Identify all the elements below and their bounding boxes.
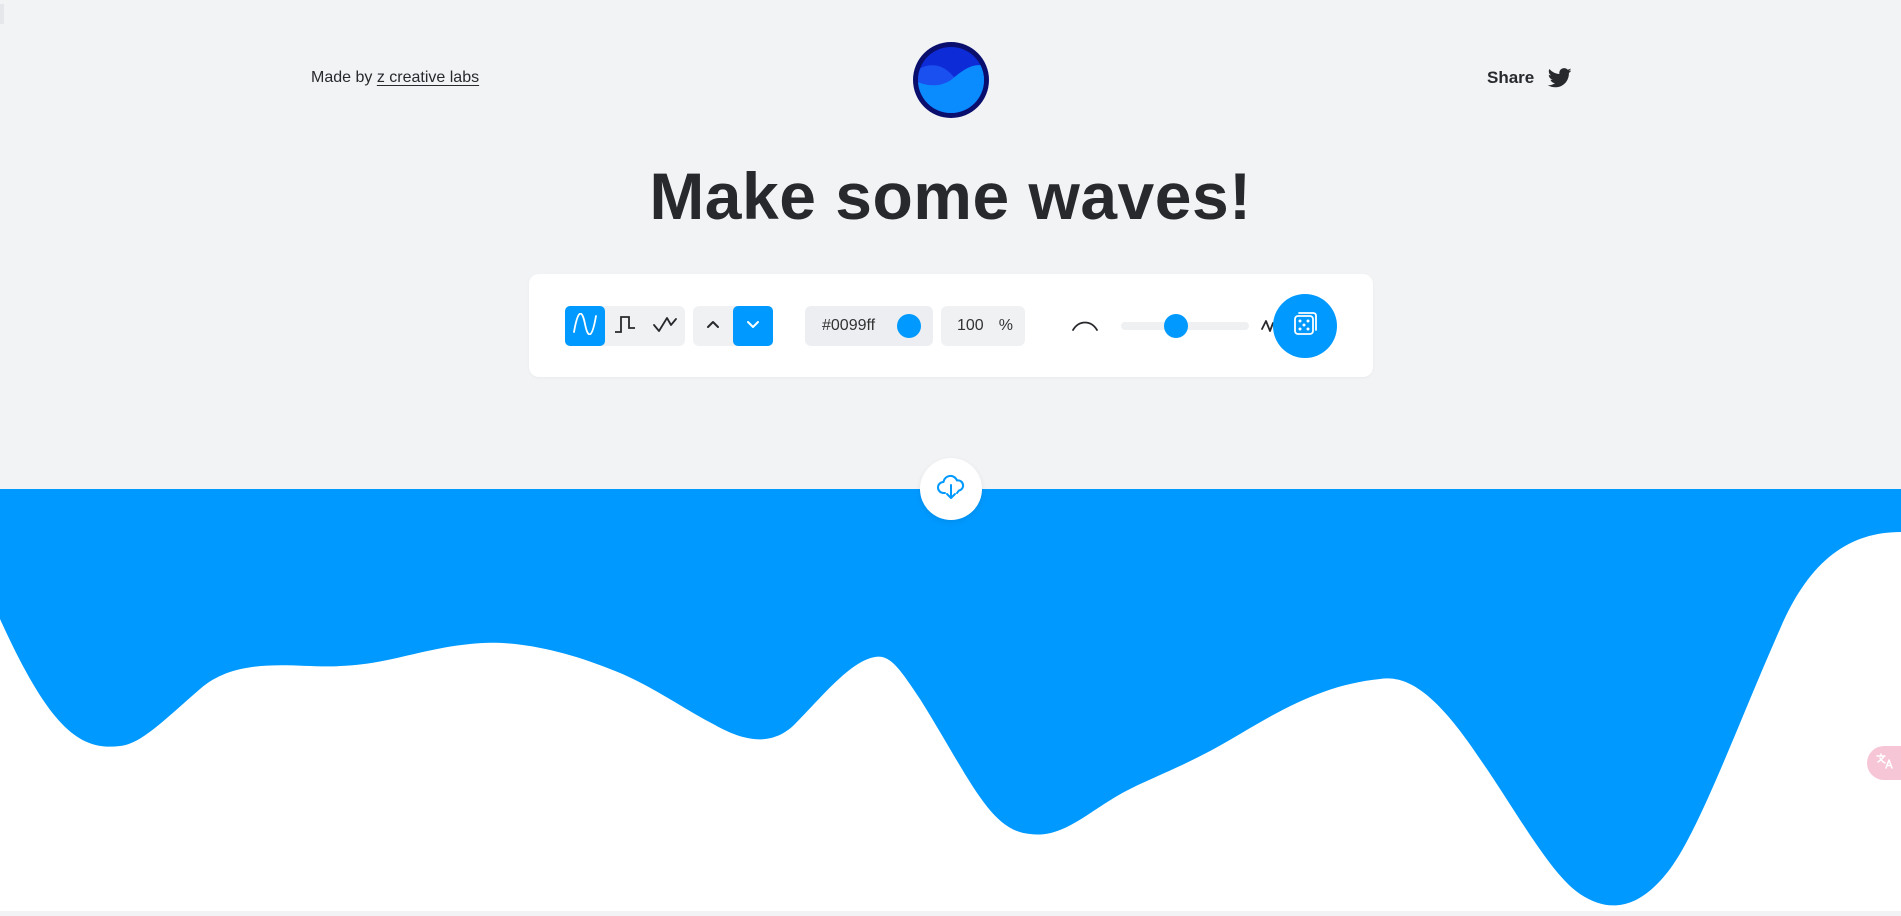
header: Made by z creative labs Share (0, 0, 1901, 160)
twitter-icon (1548, 68, 1572, 88)
logo[interactable] (913, 42, 989, 118)
randomize-button[interactable] (1273, 294, 1337, 358)
translate-icon (1875, 752, 1895, 775)
direction-down-button[interactable] (733, 306, 773, 346)
square-wave-icon (612, 313, 638, 340)
wave-type-triangle-button[interactable] (645, 306, 685, 346)
cloud-download-icon (936, 473, 966, 506)
opacity-input[interactable]: 100 % (941, 306, 1025, 346)
gentle-curve-icon (1071, 316, 1099, 341)
sine-wave-icon (572, 312, 598, 340)
wave-toolbar: #0099ff 100 % (529, 274, 1373, 377)
wave-type-sine-button[interactable] (565, 306, 605, 346)
made-by-prefix: Made by (311, 69, 373, 86)
opacity-value[interactable]: 100 (957, 317, 984, 335)
complexity-slider[interactable] (1057, 306, 1285, 346)
triangle-wave-icon (652, 313, 678, 340)
direction-group (693, 306, 773, 346)
chevron-down-icon (745, 316, 761, 337)
made-by-credit: Made by z creative labs (311, 69, 479, 87)
direction-up-button[interactable] (693, 306, 733, 346)
share-label: Share (1487, 68, 1535, 87)
download-button[interactable] (920, 458, 982, 520)
color-swatch[interactable] (897, 314, 921, 338)
wave-type-square-button[interactable] (605, 306, 645, 346)
dice-icon (1290, 309, 1320, 344)
opacity-unit: % (998, 317, 1013, 334)
chevron-up-icon (705, 316, 721, 337)
translate-tab[interactable] (1867, 746, 1901, 780)
share-button[interactable]: Share (1487, 68, 1572, 88)
wave-type-group (565, 306, 685, 346)
color-hex-value[interactable]: #0099ff (822, 317, 875, 335)
color-picker[interactable]: #0099ff (805, 306, 933, 346)
wave-preview (0, 489, 1901, 911)
page-title: Make some waves! (649, 159, 1252, 233)
slider-thumb[interactable] (1164, 314, 1189, 338)
creator-link[interactable]: z creative labs (377, 69, 479, 86)
